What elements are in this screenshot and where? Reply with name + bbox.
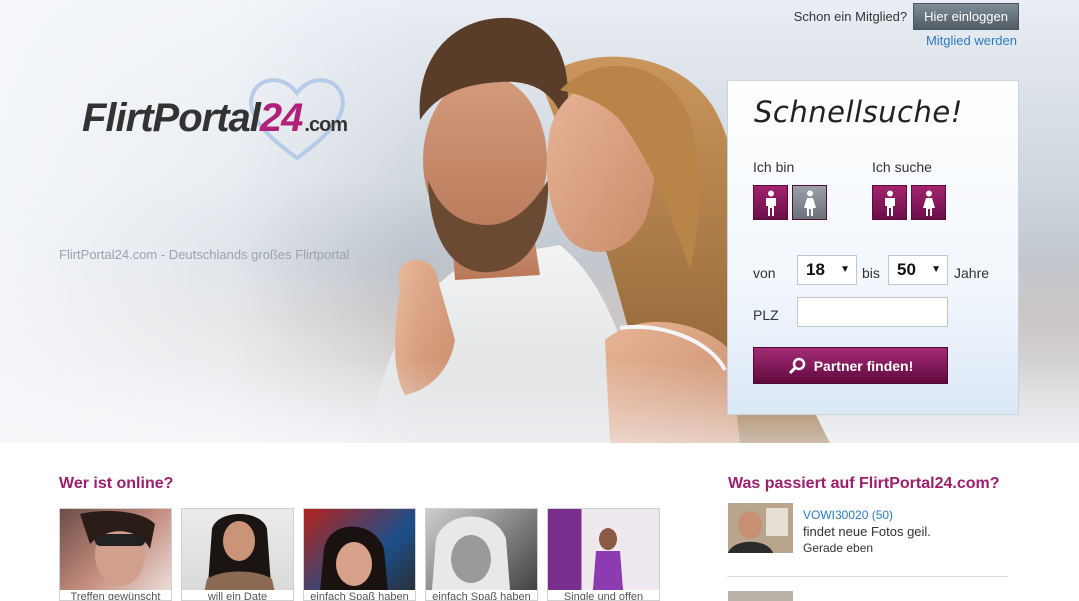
online-user-thumb[interactable]: einfach Spaß haben: [425, 508, 538, 601]
logo-domain: .com: [304, 114, 348, 136]
looking-for-label: Ich suche: [872, 159, 932, 175]
age-from-value: 18: [806, 260, 825, 279]
age-from-select[interactable]: 18 ▼: [797, 255, 857, 285]
thumb-caption: Single und offen: [548, 590, 659, 600]
find-partner-button[interactable]: Partner finden!: [753, 347, 948, 384]
years-label: Jahre: [954, 265, 990, 281]
logo-main: FlirtPortal: [82, 96, 261, 140]
search-icon: [788, 357, 805, 374]
i-am-male-button[interactable]: [753, 185, 788, 220]
plz-input[interactable]: [797, 297, 948, 327]
female-icon: [922, 190, 935, 216]
tagline: FlirtPortal24.com - Deutschlands großes …: [59, 247, 350, 262]
thumb-caption: einfach Spaß haben: [426, 590, 537, 600]
online-user-thumb[interactable]: Treffen gewünscht: [59, 508, 172, 601]
hero-banner: FlirtPortal24 .com FlirtPortal24.com - De…: [0, 0, 1079, 443]
login-bar: Schon ein Mitglied? Hier einloggen: [794, 3, 1019, 30]
i-am-female-button[interactable]: [792, 185, 827, 220]
thumb-caption: einfach Spaß haben: [304, 590, 415, 600]
from-label: von: [753, 265, 776, 281]
activity-text: findet neue Fotos geil.: [803, 524, 931, 539]
activity-user-link[interactable]: VOWI30020 (50): [803, 508, 893, 522]
plz-label: PLZ: [753, 307, 779, 323]
to-label: bis: [862, 265, 880, 281]
activity-user-photo[interactable]: [728, 503, 793, 553]
activity-divider: [727, 576, 1008, 577]
user-photo: [592, 528, 624, 600]
logo-number: 24: [259, 96, 303, 140]
register-link[interactable]: Mitglied werden: [926, 33, 1017, 48]
user-photo: [80, 511, 155, 586]
already-member-text: Schon ein Mitglied?: [793, 9, 908, 24]
i-am-label: Ich bin: [753, 159, 795, 175]
online-title: Wer ist online?: [59, 475, 174, 492]
user-photo: [319, 526, 389, 600]
user-photo: [431, 516, 511, 600]
age-to-value: 50: [897, 260, 916, 279]
find-partner-label: Partner finden!: [813, 357, 914, 374]
male-icon: [765, 190, 776, 216]
online-user-thumb[interactable]: einfach Spaß haben: [303, 508, 416, 601]
activity-time: Gerade eben: [803, 541, 874, 555]
chevron-down-icon: ▼: [840, 264, 850, 275]
male-icon: [884, 190, 895, 216]
looking-for-male-button[interactable]: [872, 185, 907, 220]
chevron-down-icon: ▼: [931, 264, 941, 275]
activity-user-photo[interactable]: [728, 591, 793, 601]
login-button[interactable]: Hier einloggen: [913, 3, 1019, 30]
user-photo: [202, 514, 277, 600]
quick-search-panel: Schnellsuche! Ich bin Ich suche von 18 ▼…: [727, 80, 1019, 415]
activity-title: Was passiert auf FlirtPortal24.com?: [728, 475, 1000, 492]
quick-search-title: Schnellsuche!: [754, 95, 963, 129]
online-user-thumb[interactable]: will ein Date: [181, 508, 294, 601]
age-to-select[interactable]: 50 ▼: [888, 255, 948, 285]
thumb-caption: Treffen gewünscht: [60, 590, 171, 600]
site-logo[interactable]: FlirtPortal24 .com: [82, 96, 348, 141]
thumb-caption: will ein Date: [182, 590, 293, 600]
looking-for-female-button[interactable]: [911, 185, 946, 220]
online-user-thumb[interactable]: Single und offen: [547, 508, 660, 601]
female-icon: [803, 190, 816, 216]
